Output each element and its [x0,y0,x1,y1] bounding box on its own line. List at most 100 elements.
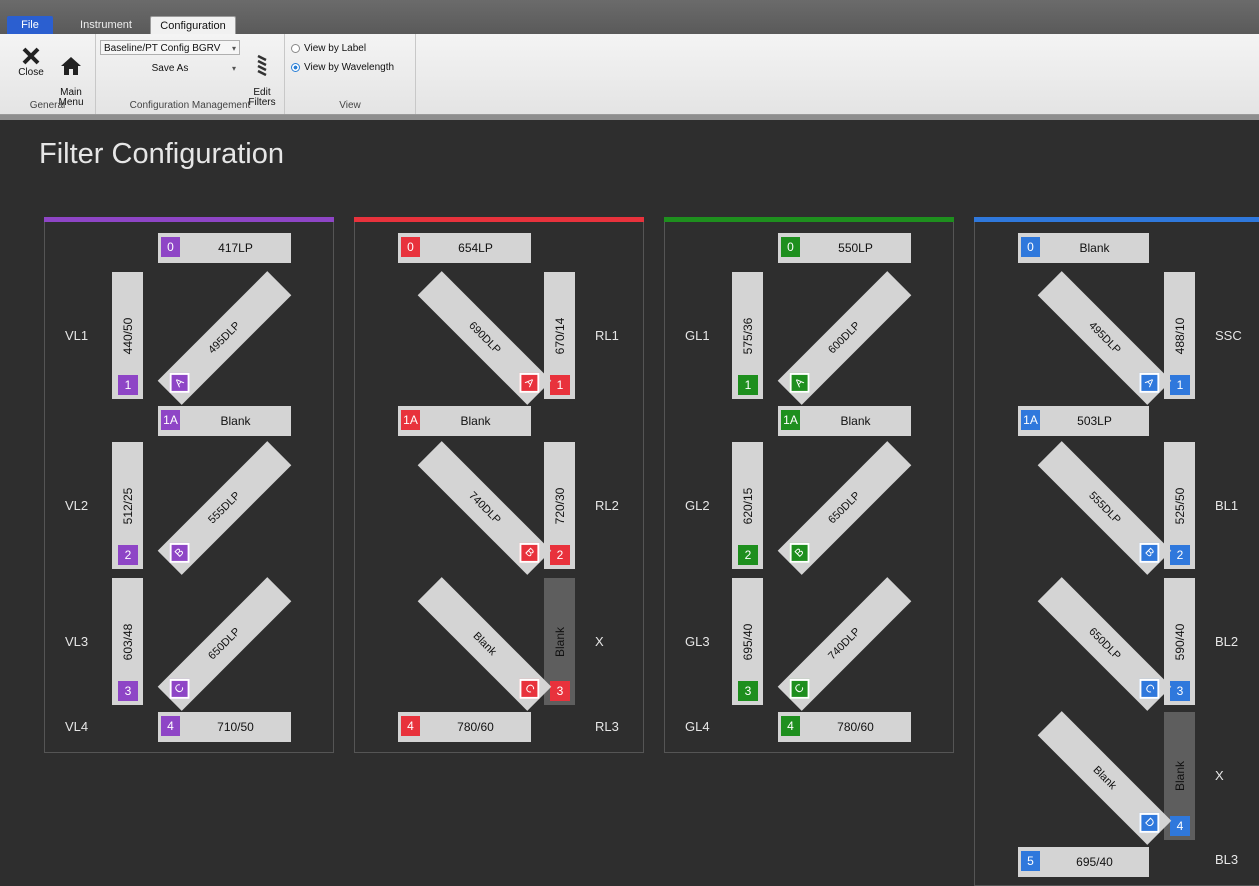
filter-position-badge: 3 [738,681,758,701]
filter-position-badge: 1A [1021,410,1040,430]
save-as-label: Save As [151,63,189,74]
tab-instrument[interactable]: Instrument [66,16,146,34]
filters-icon [257,54,267,76]
view-by-label-radio[interactable]: View by Label [291,43,366,54]
save-as-button[interactable]: Save As ▾ [100,62,240,76]
dichroic-position-badge: C [519,678,540,699]
radio-selected-icon [291,63,300,72]
bandpass-filter[interactable]: 620/15 2 [732,442,763,569]
filter-label: 512/25 [120,487,135,524]
tab-file[interactable]: File [7,16,53,34]
filter-position-badge: 1 [738,375,758,395]
channel-label: X [1215,768,1224,783]
dichroic-badge-letter: B [172,545,187,560]
channel-label: GL4 [685,719,710,734]
mid-filter[interactable]: 1A Blank [398,406,531,436]
home-icon [61,57,81,75]
bandpass-filter[interactable]: 603/48 3 [112,578,143,705]
divider [0,115,1259,120]
filter-label: Blank [1172,760,1187,792]
channel-label: VL1 [65,327,89,343]
main-menu-button[interactable]: Main Menu [52,46,90,108]
dichroic-position-badge: A [789,372,810,393]
dichroic-position-badge: B [169,542,190,563]
close-button[interactable]: Close [14,46,48,78]
channel-label: GL1 [685,327,710,343]
top-filter[interactable]: 0 417LP [158,233,291,263]
bandpass-filter[interactable]: 512/25 2 [112,442,143,569]
view-by-label-text: View by Label [304,43,367,54]
dichroic-position-badge: C [169,678,190,699]
filter-label: 695/40 [1076,855,1113,869]
dichroic-badge-letter: B [522,545,537,560]
dichroic-position-badge: A [1139,372,1160,393]
channel-label: RL2 [595,497,619,513]
config-select[interactable]: Baseline/PT Config BGRV ▾ [100,40,240,55]
dichroic-badge-letter: B [792,545,807,560]
filter-label: 620/15 [740,487,755,524]
channel-label: VL3 [65,633,89,649]
laser-color-bar [44,217,334,222]
filter-position-badge: 0 [401,237,420,257]
filter-label: 575/36 [740,317,755,354]
filter-label: 488/10 [1172,317,1187,354]
page-title: Filter Configuration [39,138,284,170]
general-group-label: General [29,100,66,111]
mid-filter[interactable]: 1A Blank [778,406,911,436]
filter-label: Blank [552,626,567,657]
bandpass-filter[interactable]: 695/40 3 [732,578,763,705]
filter-label: Blank [840,414,871,428]
edit-filters-button[interactable]: Edit Filters [242,44,282,108]
channel-label: BL2 [1215,633,1239,649]
dichroic-badge-letter: C [792,681,807,696]
top-filter[interactable]: 0 Blank [1018,233,1149,263]
dichroic-badge-letter: C [522,681,537,696]
channel-label: BL3 [1215,852,1239,867]
channel-label: SSC [1215,327,1242,343]
channel-label: BL1 [1215,497,1239,513]
view-by-wavelength-text: View by Wavelength [304,62,395,73]
bottom-filter[interactable]: 4 780/60 [398,712,531,742]
filter-label: Blank [1079,241,1110,255]
bandpass-filter[interactable]: 440/50 1 [112,272,143,399]
mid-filter[interactable]: 1A Blank [158,406,291,436]
bandpass-filter[interactable]: 575/36 1 [732,272,763,399]
top-filter[interactable]: 0 654LP [398,233,531,263]
filter-label: 590/40 [1172,623,1187,660]
close-icon [22,47,40,65]
view-by-wavelength-radio[interactable]: View by Wavelength [291,62,394,73]
dichroic-position-badge: A [519,372,540,393]
filter-label: 720/30 [552,487,567,524]
bottom-filter[interactable]: 4 710/50 [158,712,291,742]
filter-position-badge: 4 [781,716,800,736]
filter-position-badge: 1 [550,375,570,395]
view-group-label: View [339,100,361,111]
top-filter[interactable]: 0 550LP [778,233,911,263]
dichroic-position-badge: A [169,372,190,393]
dichroic-badge-letter: C [172,681,187,696]
config-select-value: Baseline/PT Config BGRV [104,43,221,54]
mid-filter[interactable]: 1A 503LP [1018,406,1149,436]
filter-position-badge: 0 [161,237,180,257]
dichroic-badge-letter: A [792,375,807,390]
filter-position-badge: 4 [401,716,420,736]
tab-configuration[interactable]: Configuration [150,16,236,36]
dichroic-position-badge: C [789,678,810,699]
filter-label: 503LP [1077,414,1112,428]
channel-label: RL3 [595,719,619,734]
filter-label: 525/50 [1172,487,1187,524]
dichroic-position-badge: B [789,542,810,563]
close-label: Close [18,67,44,78]
bottom-filter[interactable]: 4 780/60 [778,712,911,742]
chevron-down-icon: ▾ [231,64,236,73]
bottom-filter[interactable]: 5 695/40 [1018,847,1149,877]
filter-label: 550LP [838,241,873,255]
filter-position-badge: 3 [1170,681,1190,701]
filter-label: 440/50 [120,317,135,354]
dichroic-position-badge: C [1139,678,1160,699]
filter-position-badge: 1 [1170,375,1190,395]
dichroic-badge-letter: B [1142,545,1157,560]
laser-color-bar [974,217,1259,222]
filter-label: 603/48 [120,623,135,660]
dichroic-position-badge: B [1139,542,1160,563]
